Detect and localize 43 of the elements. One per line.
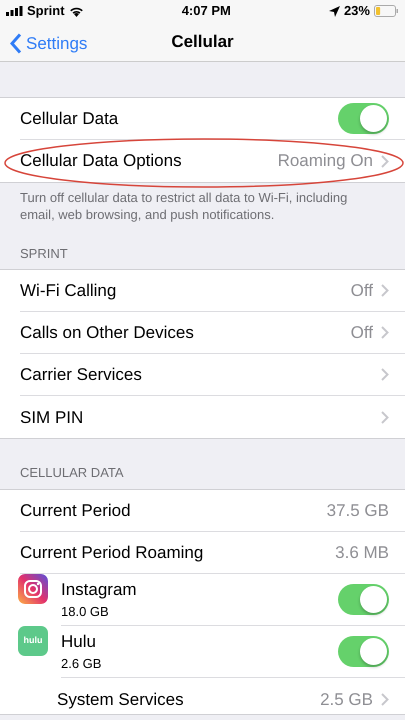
chevron-icon <box>381 692 389 706</box>
app-icon: hulu <box>18 626 48 656</box>
row-value: 3.6 MB <box>335 542 389 564</box>
chevron-icon <box>381 410 389 424</box>
section-header: CELLULAR DATA <box>19 464 125 482</box>
toggle-switch[interactable] <box>338 636 389 667</box>
row-label: Current Period <box>20 500 131 522</box>
carrier-name: Sprint <box>27 2 65 20</box>
row-label[interactable]: Calls on Other Devices <box>20 320 194 346</box>
toggle-switch[interactable] <box>338 584 389 615</box>
row-label[interactable]: Cellular Data <box>20 106 118 132</box>
row-value: Off <box>350 280 373 302</box>
row-value: Roaming On <box>278 150 373 172</box>
data-usage: 2.6 GB <box>61 655 102 674</box>
row-value: Off <box>350 322 373 344</box>
row-value: 2.5 GB <box>320 688 373 711</box>
row-value: 37.5 GB <box>326 500 389 522</box>
row-label[interactable]: Cellular Data Options <box>20 148 182 174</box>
chevron-icon <box>381 326 389 340</box>
chevron-icon <box>381 368 389 382</box>
app-name: Instagram <box>61 578 137 601</box>
app-name: Hulu <box>61 630 97 653</box>
footer-note: Turn off cellular data to restrict all data to Wi-Fi, including email, web browsing, and push notifications. <box>19 189 348 224</box>
location-icon <box>328 6 340 16</box>
chevron-icon <box>381 154 389 168</box>
row-label[interactable]: Carrier Services <box>20 362 142 388</box>
back-chevron-icon <box>10 33 22 54</box>
data-usage: 18.0 GB <box>61 603 110 622</box>
row-label: Current Period Roaming <box>20 542 204 564</box>
row-label[interactable]: System Services <box>57 686 184 712</box>
wifi-icon <box>68 6 84 16</box>
section-header: SPRINT <box>19 244 69 263</box>
toggle-switch[interactable] <box>338 103 389 134</box>
clock-time: 4:07 PM <box>182 2 231 20</box>
row-label[interactable]: SIM PIN <box>20 404 84 430</box>
screen-title: Cellular <box>171 30 234 53</box>
camera-app-icon <box>18 574 48 604</box>
battery-icon <box>374 5 399 17</box>
row-label[interactable]: Wi-Fi Calling <box>20 278 116 304</box>
chevron-icon <box>381 284 389 298</box>
battery-percent: 23% <box>344 2 370 20</box>
signal-icon <box>6 6 23 16</box>
back-button[interactable]: Settings <box>10 31 88 56</box>
